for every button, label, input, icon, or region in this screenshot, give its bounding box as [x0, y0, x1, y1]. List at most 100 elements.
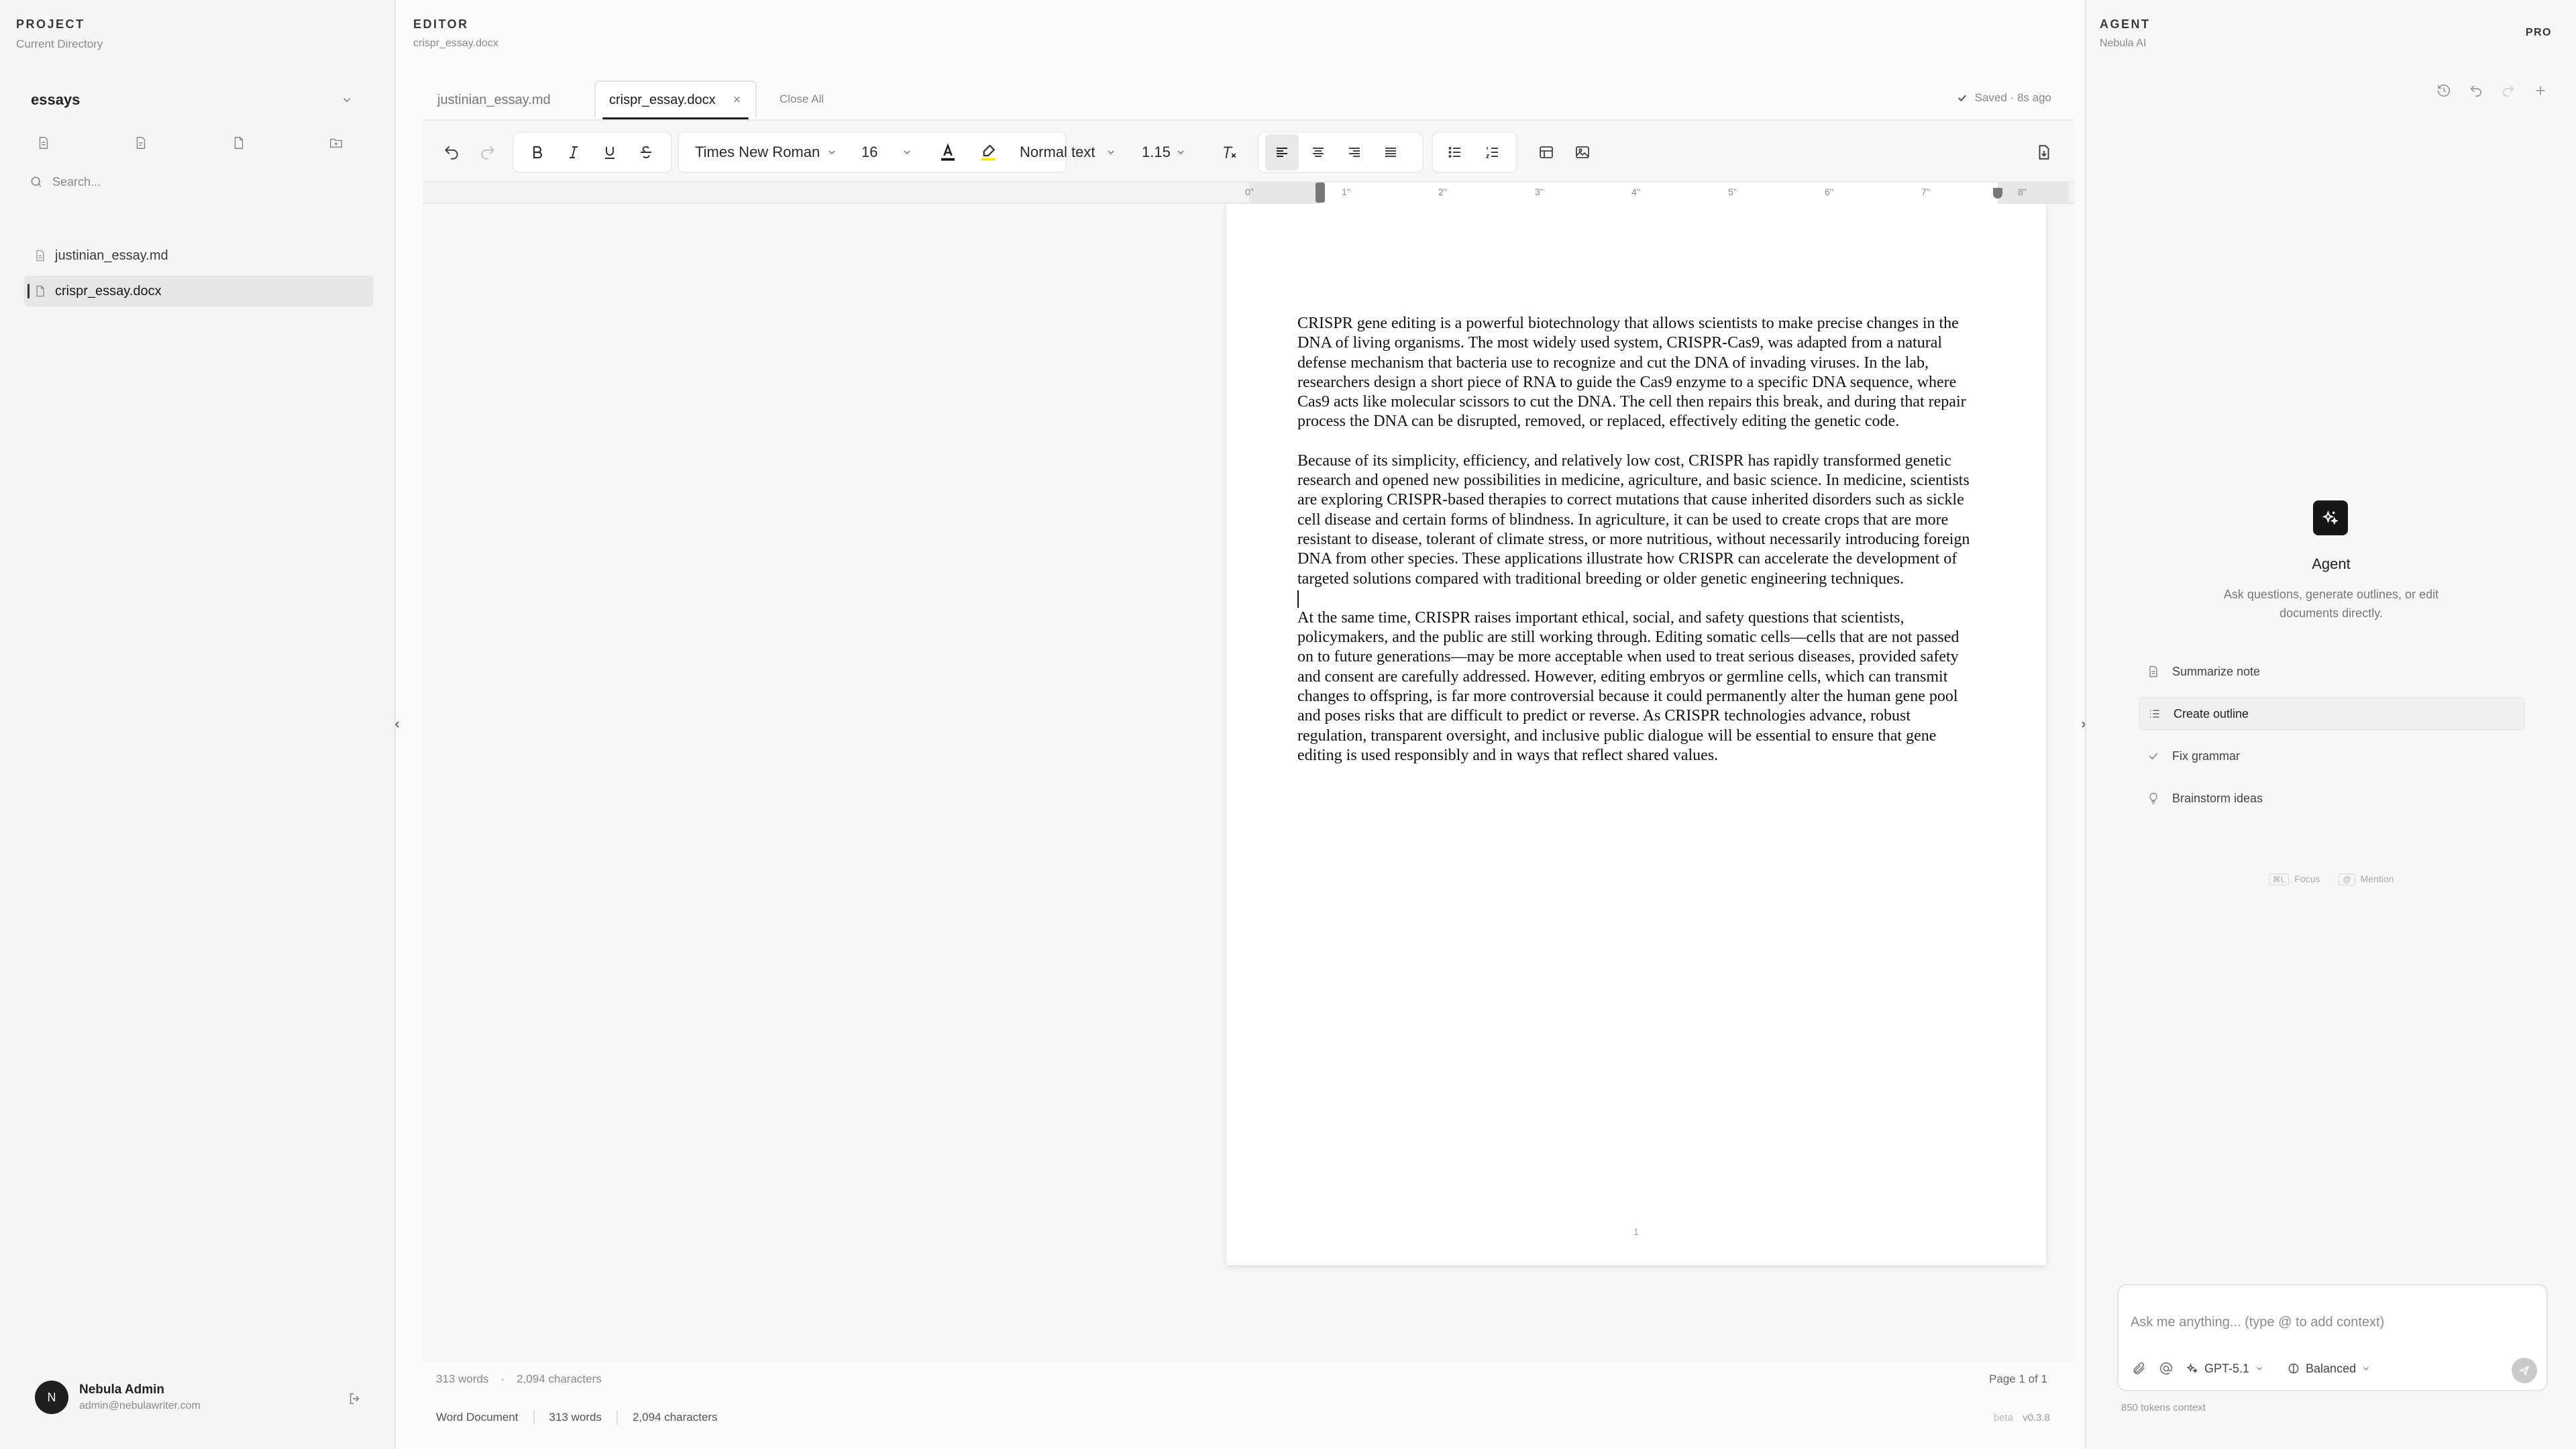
- history-icon[interactable]: [2435, 82, 2453, 99]
- redo-button[interactable]: [471, 134, 504, 170]
- file-name: crispr_essay.docx: [55, 283, 162, 299]
- align-justify-icon: [1383, 144, 1399, 160]
- logout-button[interactable]: [345, 1389, 365, 1409]
- word-count-secondary: 313 words: [549, 1411, 602, 1424]
- highlighter-icon: [978, 142, 998, 162]
- align-right-icon: [1346, 144, 1362, 160]
- plus-icon[interactable]: [2532, 82, 2549, 99]
- align-left-button[interactable]: [1265, 134, 1299, 170]
- send-button[interactable]: [2512, 1358, 2537, 1383]
- version-number: v0.3.8: [2023, 1411, 2050, 1424]
- export-button[interactable]: [2027, 134, 2061, 170]
- balance-icon: [2287, 1362, 2300, 1375]
- line-spacing-select[interactable]: 1.15: [1132, 136, 1195, 169]
- align-center-icon: [1310, 144, 1326, 160]
- version-info: beta v0.3.8: [1994, 1412, 2050, 1424]
- hint-key: ⌘L: [2268, 873, 2290, 885]
- paragraph-style-select[interactable]: Normal text: [1010, 136, 1126, 169]
- image-icon: [1574, 144, 1591, 160]
- attach-icon[interactable]: [2132, 1361, 2147, 1376]
- table-icon: [1538, 144, 1554, 160]
- suggestion-outline[interactable]: Create outline: [2139, 697, 2525, 731]
- paragraph-1[interactable]: CRISPR gene editing is a powerful biotec…: [1297, 314, 1975, 432]
- suggestion-grammar[interactable]: Fix grammar: [2139, 739, 2525, 773]
- document-page[interactable]: CRISPR gene editing is a powerful biotec…: [1226, 204, 2046, 1265]
- new-document-icon[interactable]: [129, 131, 152, 154]
- insert-table-button[interactable]: [1529, 134, 1563, 170]
- document-body[interactable]: CRISPR gene editing is a powerful biotec…: [1297, 314, 1975, 785]
- page-indicator: Page 1 of 1: [1989, 1373, 2047, 1385]
- underline-button[interactable]: [593, 134, 627, 170]
- chat-input[interactable]: [2131, 1315, 2533, 1339]
- editor-tabs: justinian_essay.md crispr_essay.docx × C…: [423, 80, 824, 119]
- numbered-list-button[interactable]: [1476, 134, 1509, 170]
- editor-pane: EDITOR crispr_essay.docx justinian_essay…: [397, 0, 2084, 1449]
- ruler-mark-7: 7": [1921, 186, 1930, 197]
- mention-icon[interactable]: [2159, 1361, 2174, 1376]
- suggestion-summarize[interactable]: Summarize note: [2139, 655, 2525, 688]
- highlight-button[interactable]: [971, 134, 1005, 170]
- new-folder-icon[interactable]: [325, 131, 347, 154]
- empty-line[interactable]: [1297, 589, 1975, 608]
- editor-status-bar: 313 words · 2,094 characters Page 1 of 1: [423, 1366, 2074, 1393]
- align-right-button[interactable]: [1338, 134, 1371, 170]
- file-item-justinian[interactable]: justinian_essay.md: [24, 240, 373, 271]
- tab-crispr[interactable]: crispr_essay.docx ×: [594, 80, 757, 119]
- hint-label: Focus: [2294, 873, 2320, 884]
- bold-button[interactable]: [521, 134, 554, 170]
- user-profile: N Nebula Admin admin@nebulawriter.com: [35, 1379, 370, 1415]
- agent-panel: AGENT Nebula AI PRO Agent Ask questions,…: [2085, 0, 2576, 1449]
- numbered-list-icon: [1485, 144, 1501, 160]
- agent-actions: [2435, 82, 2549, 99]
- insert-image-button[interactable]: [1566, 134, 1599, 170]
- editor-section-subtitle: crispr_essay.docx: [413, 38, 498, 49]
- model-select[interactable]: GPT-5.1: [2186, 1362, 2269, 1376]
- font-family-select[interactable]: Times New Roman: [686, 136, 847, 169]
- close-tab-icon[interactable]: ×: [733, 93, 741, 108]
- document-info-bar: Word Document 313 words 2,094 characters…: [423, 1405, 2074, 1430]
- bullet-list-button[interactable]: [1438, 134, 1472, 170]
- align-center-button[interactable]: [1301, 134, 1335, 170]
- clear-formatting-button[interactable]: [1213, 134, 1246, 170]
- new-file-icon[interactable]: [227, 131, 250, 154]
- keyboard-hints: ⌘L Focus @ Mention: [2086, 873, 2576, 885]
- strikethrough-button[interactable]: [629, 134, 663, 170]
- word-count: 313 words: [436, 1373, 489, 1385]
- file-search: [30, 168, 365, 196]
- paragraph-3[interactable]: At the same time, CRISPR raises importan…: [1297, 608, 1975, 765]
- suggestion-list: Summarize note Create outline Fix gramma…: [2139, 655, 2525, 824]
- left-indent-handle[interactable]: [1316, 182, 1325, 203]
- avatar: N: [35, 1381, 68, 1414]
- paragraph-2[interactable]: Because of its simplicity, efficiency, a…: [1297, 451, 1975, 589]
- redo-icon[interactable]: [2500, 82, 2517, 99]
- send-icon: [2518, 1364, 2530, 1377]
- right-indent-handle[interactable]: [1993, 188, 2002, 199]
- agent-section-subtitle: Nebula AI: [2100, 38, 2147, 49]
- suggestion-label: Brainstorm ideas: [2172, 791, 2263, 805]
- search-input[interactable]: [52, 174, 347, 189]
- sparkle-icon: [2321, 508, 2340, 527]
- ruler-mark-3: 3": [1535, 186, 1544, 197]
- file-item-crispr[interactable]: crispr_essay.docx: [24, 276, 373, 307]
- text-color-button[interactable]: [931, 134, 965, 170]
- folder-selector[interactable]: essays: [16, 86, 368, 114]
- font-size-select[interactable]: 16: [852, 136, 922, 169]
- italic-button[interactable]: [557, 134, 590, 170]
- underline-icon: [602, 144, 618, 160]
- mode-select[interactable]: Balanced: [2287, 1362, 2376, 1376]
- separator-dot: ·: [500, 1373, 505, 1385]
- ruler-mark-4: 4": [1631, 186, 1640, 197]
- ruler[interactable]: 0" 1" 2" 3" 4" 5" 6" 7" 8": [423, 182, 2074, 204]
- suggestion-brainstorm[interactable]: Brainstorm ideas: [2139, 782, 2525, 815]
- chevron-down-icon: [902, 147, 912, 158]
- tab-justinian[interactable]: justinian_essay.md: [423, 80, 594, 118]
- undo-button[interactable]: [435, 134, 468, 170]
- suggestion-label: Summarize note: [2172, 664, 2261, 678]
- close-all-button[interactable]: Close All: [780, 93, 824, 106]
- align-justify-button[interactable]: [1374, 134, 1407, 170]
- undo-icon[interactable]: [2467, 82, 2485, 99]
- suggestion-label: Create outline: [2174, 706, 2249, 720]
- suggestion-label: Fix grammar: [2172, 749, 2241, 763]
- italic-icon: [566, 144, 582, 160]
- new-note-icon[interactable]: [32, 131, 55, 154]
